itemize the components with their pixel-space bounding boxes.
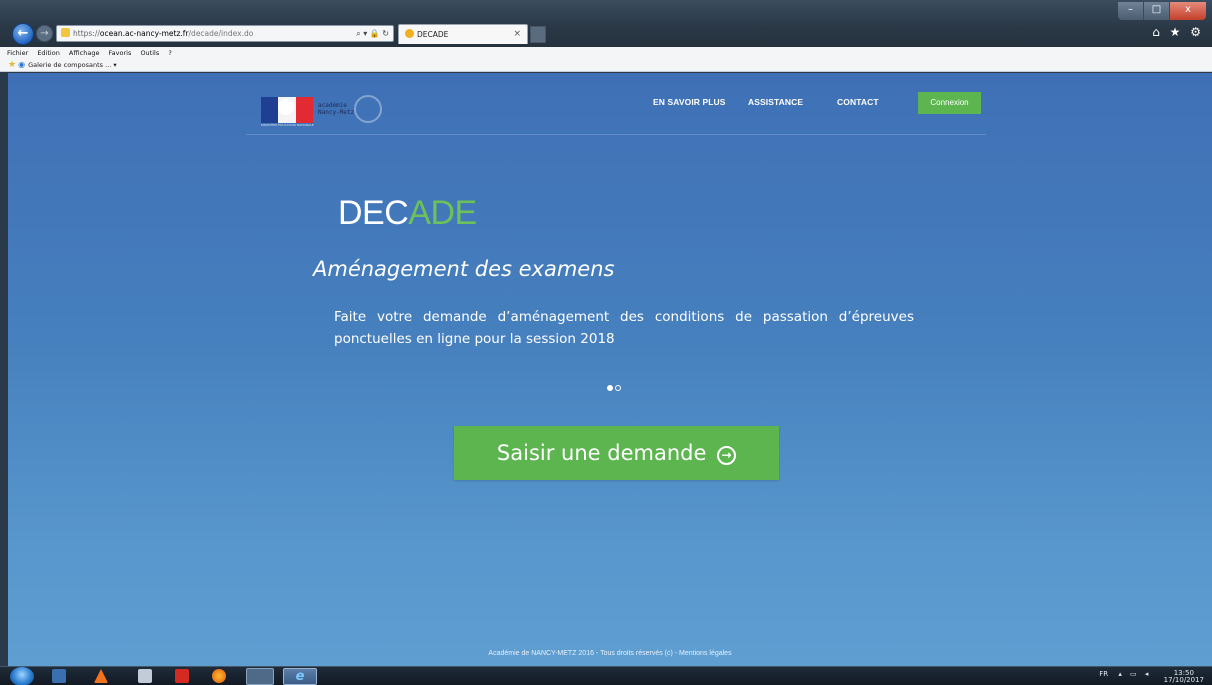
carousel-indicators xyxy=(607,385,623,391)
firefox-icon[interactable] xyxy=(212,669,226,683)
browser-titlebar: ← → https://ocean.ac-nancy-metz.fr/decad… xyxy=(0,0,1212,47)
tray-icons[interactable]: ▴ ▭ ◂ xyxy=(1118,670,1151,678)
cta-label: Saisir une demande xyxy=(496,441,707,465)
nav-assistance[interactable]: ASSISTANCE xyxy=(748,97,803,107)
menu-outils[interactable]: Outils xyxy=(140,49,159,57)
carousel-dot-1[interactable] xyxy=(607,385,613,391)
favorites-star-icon[interactable]: ★ xyxy=(8,60,16,70)
system-tray: FR ▴ ▭ ◂ 13:50 17/10/2017 xyxy=(1099,670,1204,684)
logo-line-2: Nancy-Metz xyxy=(318,109,355,116)
arrow-circle-right-icon: → xyxy=(717,446,737,465)
menu-help[interactable]: ? xyxy=(168,49,171,57)
menu-fichier[interactable]: Fichier xyxy=(7,49,28,57)
app-title-part-1: DEC xyxy=(338,194,409,232)
page-footer[interactable]: Académie de NANCY-METZ 2016 - Tous droit… xyxy=(8,650,1212,657)
menu-affichage[interactable]: Affichage xyxy=(69,49,100,57)
logo-text: académie Nancy-Metz xyxy=(318,102,354,116)
notepad-icon[interactable] xyxy=(138,669,152,683)
marianne-icon xyxy=(278,99,294,115)
logo-line-1: académie xyxy=(318,102,347,109)
forward-button[interactable]: → xyxy=(36,25,53,42)
internet-explorer-icon[interactable]: e xyxy=(283,668,317,685)
tab-decade[interactable]: DECADE × xyxy=(398,24,528,44)
favorites-bar: ★ ◉ Galerie de composants ... ▾ xyxy=(0,59,1212,72)
url-protocol: https:// xyxy=(73,29,100,38)
ie-page-icon: ◉ xyxy=(18,60,26,69)
hero-subtitle: Aménagement des examens xyxy=(313,257,615,281)
url-path: /decade/index.do xyxy=(188,29,254,38)
menu-edition[interactable]: Edition xyxy=(37,49,60,57)
media-player-icon[interactable] xyxy=(52,669,66,683)
favicon-icon xyxy=(405,29,414,38)
logo-caption: MINISTÈRE ÉDUCATION NATIONALE xyxy=(261,123,314,127)
address-tools-icons[interactable]: ⌕ ▾ 🔒 ↻ xyxy=(356,26,389,41)
vlc-icon[interactable] xyxy=(94,669,108,683)
tab-close-icon[interactable]: × xyxy=(513,25,521,44)
maximize-button[interactable]: □ xyxy=(1144,2,1170,20)
nav-en-savoir-plus[interactable]: EN SAVOIR PLUS xyxy=(653,97,726,107)
minimize-button[interactable]: – xyxy=(1118,2,1144,20)
app-title-part-2: ADE xyxy=(408,194,477,232)
start-button[interactable] xyxy=(10,667,34,685)
page-viewport: académie Nancy-Metz MINISTÈRE ÉDUCATION … xyxy=(8,73,1212,666)
header-divider xyxy=(246,134,986,135)
logo-ring-icon xyxy=(354,95,382,123)
new-tab-button[interactable] xyxy=(530,26,546,43)
app-title: DECADE xyxy=(338,194,477,233)
address-bar[interactable]: https://ocean.ac-nancy-metz.fr/decade/in… xyxy=(56,25,394,42)
connexion-button[interactable]: Connexion xyxy=(918,92,981,114)
carousel-dot-2[interactable] xyxy=(615,385,621,391)
menu-favoris[interactable]: Favoris xyxy=(109,49,132,57)
nav-contact[interactable]: CONTACT xyxy=(837,97,879,107)
tab-title: DECADE xyxy=(417,30,449,39)
clock[interactable]: 13:50 17/10/2017 xyxy=(1164,670,1204,684)
academie-logo[interactable]: académie Nancy-Metz MINISTÈRE ÉDUCATION … xyxy=(261,93,382,127)
menu-bar: Fichier Edition Affichage Favoris Outils… xyxy=(0,47,1212,59)
close-window-button[interactable]: x xyxy=(1170,2,1206,20)
hero-description: Faite votre demande d’aménagement des co… xyxy=(334,309,914,347)
favorites-item[interactable]: Galerie de composants ... ▾ xyxy=(28,61,117,69)
back-button[interactable]: ← xyxy=(12,23,34,45)
windows-taskbar: e FR ▴ ▭ ◂ 13:50 17/10/2017 xyxy=(0,666,1212,685)
pdf-reader-icon[interactable] xyxy=(175,669,189,683)
saisir-demande-button[interactable]: Saisir une demande → xyxy=(454,426,779,480)
language-indicator[interactable]: FR xyxy=(1099,670,1108,678)
snipping-tool-icon[interactable] xyxy=(246,668,274,685)
url-host: ocean.ac-nancy-metz.fr xyxy=(99,29,189,38)
home-favorites-settings-icons[interactable]: ⌂ ★ ⚙ xyxy=(1152,25,1204,39)
window-controls: – □ x xyxy=(1118,2,1206,20)
site-lock-icon xyxy=(61,28,70,37)
clock-date: 17/10/2017 xyxy=(1163,676,1204,684)
